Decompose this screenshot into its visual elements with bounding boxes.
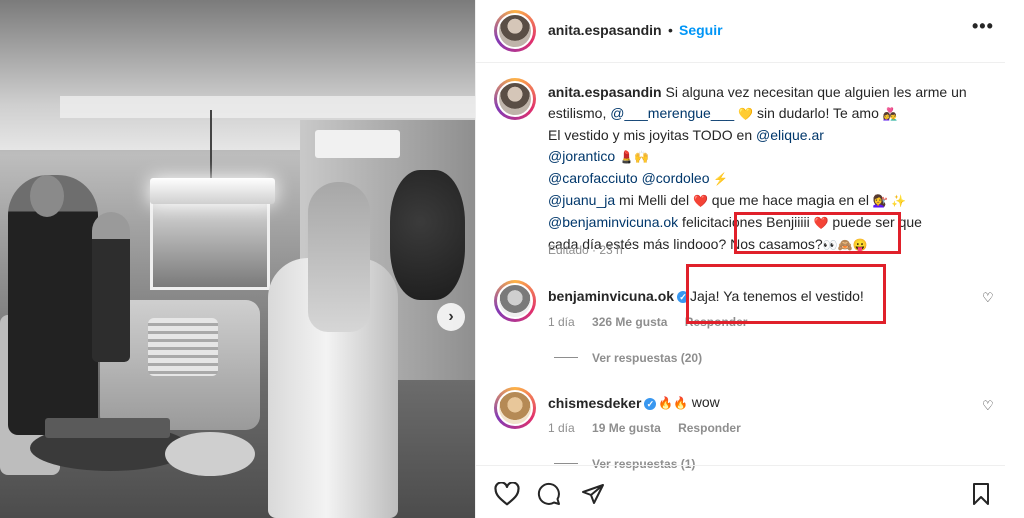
mention-link[interactable]: @elique.ar — [756, 127, 824, 143]
caption-text: puede ser que — [828, 214, 922, 230]
carousel-next-icon[interactable]: › — [437, 303, 465, 331]
mention-link[interactable]: @juanu_ja — [548, 192, 615, 208]
action-bar — [476, 465, 1005, 518]
like-comment-heart-icon[interactable]: ♡ — [982, 398, 994, 414]
emoji: 💄🙌 — [619, 150, 649, 164]
caption-avatar[interactable] — [494, 78, 536, 120]
caption-line-1: anita.espasandin Si alguna vez necesitan… — [548, 82, 988, 103]
comment-text: 🔥🔥 wow — [658, 394, 720, 410]
mention-link[interactable]: @___merengue___ — [610, 105, 734, 121]
mention-link[interactable]: @carofacciuto — [548, 170, 638, 186]
caption-text: estilismo, — [548, 105, 611, 121]
caption-line-3: El vestido y mis joyitas TODO en @elique… — [548, 125, 988, 146]
verified-icon: ✓ — [644, 398, 657, 410]
avatar-image — [497, 81, 533, 117]
comment-likes[interactable]: 326 Me gusta — [592, 315, 667, 329]
caption-meta: Editado · 23 h — [548, 243, 623, 257]
mention-link[interactable]: @jorantico — [548, 148, 615, 164]
caption-text: Si alguna vez necesitan que alguien les … — [661, 84, 967, 100]
comment-text-body: wow — [691, 394, 720, 410]
photo-side-table — [165, 432, 255, 476]
share-icon[interactable] — [580, 482, 606, 506]
caption-text: felicitaciones Benjiiiii — [678, 214, 814, 230]
mention-link[interactable]: @benjaminvicuna.ok — [548, 214, 678, 230]
emoji: 💇‍♀️ ✨ — [872, 194, 907, 208]
like-comment-heart-icon[interactable]: ♡ — [982, 290, 994, 306]
like-heart-icon[interactable] — [494, 482, 520, 506]
more-options-icon[interactable]: ••• — [972, 16, 994, 37]
caption: anita.espasandin Si alguna vez necesitan… — [548, 82, 988, 256]
caption-text: mi Melli del — [615, 192, 693, 208]
comment-icon[interactable] — [536, 482, 562, 506]
caption-line-4: @jorantico 💄🙌 — [548, 146, 988, 168]
photo-window — [150, 200, 270, 290]
comment-text: Jaja! Ya tenemos el vestido! — [690, 288, 864, 304]
post-panel: anita.espasandin • Seguir ••• anita.espa… — [475, 0, 1005, 518]
save-bookmark-icon[interactable] — [970, 482, 992, 506]
comment-username-text[interactable]: chismesdeker — [548, 395, 641, 411]
post-header: anita.espasandin • Seguir ••• — [476, 0, 1005, 63]
photo-books — [45, 418, 170, 438]
caption-text: que me hace magia en el — [707, 192, 873, 208]
heart-emoji: ❤️ — [692, 194, 708, 208]
photo-lamp-wire — [210, 110, 212, 180]
heart-emoji: ❤️ — [813, 216, 829, 230]
comment-time[interactable]: 1 día — [548, 315, 575, 329]
comment-meta: 1 día 326 Me gusta Responder — [548, 315, 761, 329]
comment-username-text[interactable]: benjaminvicuna.ok — [548, 288, 674, 304]
caption-line-6: @juanu_ja mi Melli del ❤️ que me hace ma… — [548, 190, 988, 212]
reply-button[interactable]: Responder — [685, 315, 748, 329]
verified-icon: ✓ — [677, 291, 690, 303]
comment-avatar[interactable] — [494, 387, 536, 429]
emoji: 👀🙈😛 — [822, 238, 868, 252]
emoji: 👩‍❤️‍👨 — [882, 107, 898, 121]
photo-pillow — [148, 318, 218, 376]
fire-emoji: 🔥🔥 — [658, 396, 688, 410]
follow-button[interactable]: Seguir — [679, 22, 723, 38]
caption-text: sin dudarlo! Te amo — [753, 105, 883, 121]
caption-line-5: @carofacciuto @cordoleo ⚡ — [548, 168, 988, 190]
photo-man-head — [30, 175, 64, 217]
caption-line-7: @benjaminvicuna.ok felicitaciones Benjii… — [548, 212, 988, 234]
emoji: ⚡ — [713, 172, 729, 186]
photo-woman-hair — [308, 182, 370, 332]
photo-person — [92, 212, 130, 362]
view-replies-label[interactable]: Ver respuestas (20) — [592, 351, 702, 365]
avatar[interactable] — [494, 10, 536, 52]
replies-dash — [554, 357, 578, 358]
emoji: 💛 — [738, 107, 754, 121]
photo-lamp — [150, 178, 275, 204]
replies-dash — [554, 463, 578, 464]
caption-username[interactable]: anita.espasandin — [548, 84, 662, 100]
photo-air-conditioner — [315, 130, 400, 158]
mention-link[interactable]: @cordoleo — [642, 170, 710, 186]
caption-text: El vestido y mis joyitas TODO en — [548, 127, 756, 143]
comment-username[interactable]: chismesdeker ✓ — [548, 395, 657, 411]
avatar-image — [497, 13, 533, 49]
comment-meta: 1 día 19 Me gusta Responder — [548, 421, 755, 435]
comment-avatar[interactable] — [494, 280, 536, 322]
post-username[interactable]: anita.espasandin — [548, 22, 662, 38]
view-replies-button[interactable]: Ver respuestas (20) — [554, 351, 702, 365]
avatar-image — [497, 390, 533, 426]
comment-time[interactable]: 1 día — [548, 421, 575, 435]
avatar-image — [497, 283, 533, 319]
caption-line-2: estilismo, @___merengue___ 💛 sin dudarlo… — [548, 103, 988, 125]
comment-username[interactable]: benjaminvicuna.ok ✓ — [548, 288, 690, 304]
comment-likes[interactable]: 19 Me gusta — [592, 421, 661, 435]
post-photo[interactable]: › — [0, 0, 475, 518]
photo-ceiling-beam — [60, 96, 475, 118]
reply-button[interactable]: Responder — [678, 421, 741, 435]
separator-dot: • — [668, 22, 673, 38]
photo-plant — [390, 170, 465, 300]
